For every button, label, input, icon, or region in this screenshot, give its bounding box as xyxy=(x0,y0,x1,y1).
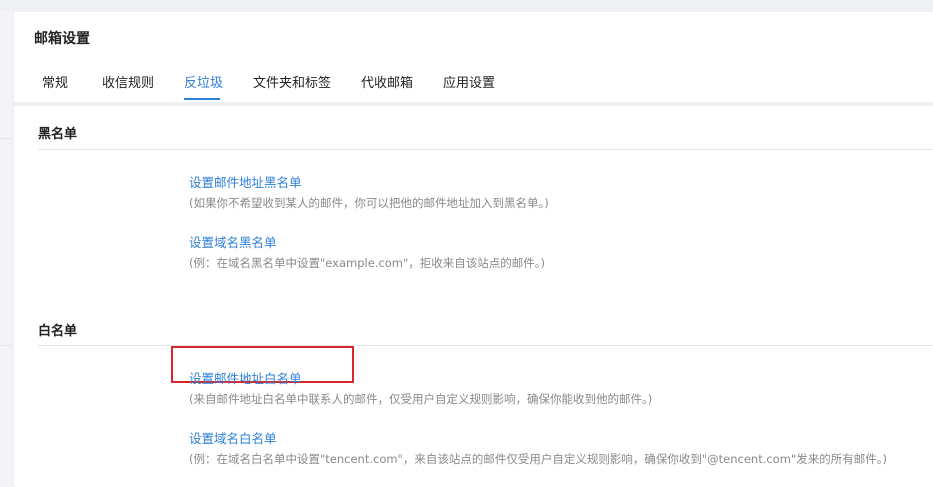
address-whitelist-link[interactable]: 设置邮件地址白名单 xyxy=(189,368,302,387)
address-whitelist-desc: (来自邮件地址白名单中联系人的邮件，仅受用户自定义规则影响，确保你能收到他的邮件… xyxy=(189,392,653,406)
tab-app-settings[interactable]: 应用设置 xyxy=(443,72,495,91)
active-tab-indicator xyxy=(184,98,220,100)
domain-blacklist-link[interactable]: 设置域名黑名单 xyxy=(189,232,277,251)
tab-antispam[interactable]: 反垃圾 xyxy=(184,72,223,91)
domain-blacklist-desc: (例：在域名黑名单中设置"example.com"，拒收来自该站点的邮件。) xyxy=(189,256,546,270)
antispam-content: 黑名单 设置邮件地址黑名单 (如果你不希望收到某人的邮件，你可以把他的邮件地址加… xyxy=(14,106,933,487)
tab-receive-rules[interactable]: 收信规则 xyxy=(102,72,154,91)
tab-general[interactable]: 常规 xyxy=(42,72,68,91)
address-blacklist-desc: (如果你不希望收到某人的邮件，你可以把他的邮件地址加入到黑名单。) xyxy=(189,196,549,210)
domain-whitelist-link[interactable]: 设置域名白名单 xyxy=(189,428,277,447)
blacklist-section-title: 黑名单 xyxy=(38,127,78,142)
tab-pop-mailbox[interactable]: 代收邮箱 xyxy=(361,72,413,91)
left-panel-edge xyxy=(0,10,12,487)
section-divider xyxy=(38,149,933,150)
address-blacklist-link[interactable]: 设置邮件地址黑名单 xyxy=(189,172,302,191)
page-title: 邮箱设置 xyxy=(34,31,90,47)
whitelist-section-title: 白名单 xyxy=(38,324,78,339)
settings-header: 邮箱设置 常规 收信规则 反垃圾 文件夹和标签 代收邮箱 应用设置 xyxy=(14,12,933,102)
settings-tabs: 常规 收信规则 反垃圾 文件夹和标签 代收邮箱 应用设置 xyxy=(14,72,933,102)
settings-page: 邮箱设置 常规 收信规则 反垃圾 文件夹和标签 代收邮箱 应用设置 黑名单 设置… xyxy=(0,0,933,487)
left-divider xyxy=(0,345,12,346)
tab-folders-labels[interactable]: 文件夹和标签 xyxy=(253,72,331,91)
domain-whitelist-desc: (例：在域名白名单中设置"tencent.com"，来自该站点的邮件仅受用户自定… xyxy=(189,452,887,466)
left-divider xyxy=(0,138,12,139)
top-gap xyxy=(0,0,933,10)
